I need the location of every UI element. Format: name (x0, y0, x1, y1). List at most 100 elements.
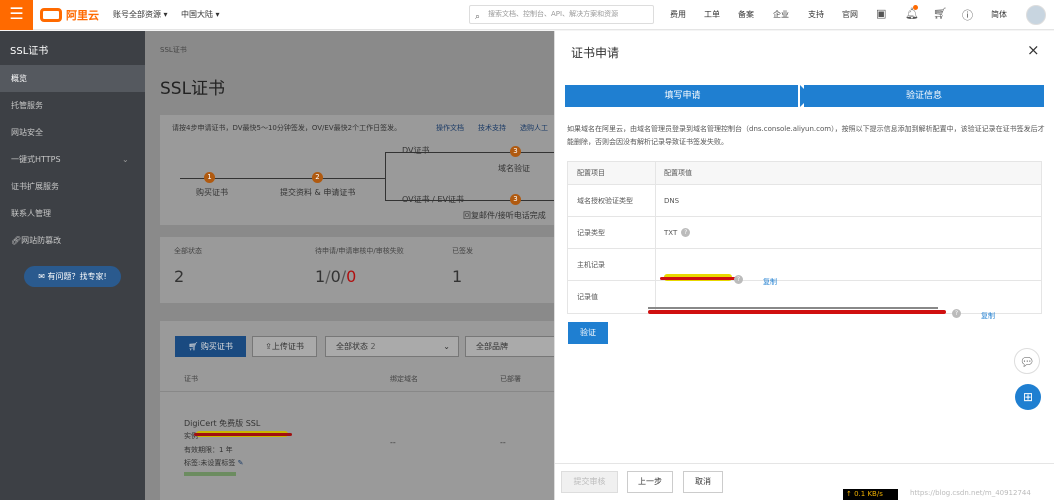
search-input[interactable]: ⌕ 搜索文档、控制台、API、解决方案和资源 (469, 5, 654, 24)
question-icon[interactable]: ? (734, 274, 743, 284)
cert-domain: -- (390, 438, 396, 447)
row-value: DNS (664, 196, 680, 205)
step-marker: 3 (510, 146, 521, 157)
column-header-domain: 绑定域名 (390, 375, 418, 383)
stat-value-pending[interactable]: 1/0/0 (315, 267, 356, 286)
header-config-value: 配置项值 (664, 169, 692, 177)
table-row: 主机记录 ? 复制 (568, 249, 1041, 286)
table-row: 记录值 ? 复制 (568, 281, 1041, 320)
question-icon[interactable]: ? (952, 309, 961, 318)
cert-deployed: -- (500, 438, 506, 447)
row-value-cell: TXT? (656, 228, 1041, 237)
copy-record-value-button[interactable]: 复制 (981, 311, 995, 321)
flow-ov-label: OV证书 / EV证书 (402, 195, 464, 204)
stat-pending: 1 (315, 267, 326, 286)
chat-icon[interactable]: 💬︎ (1014, 348, 1040, 374)
cert-tag[interactable]: 标签:未设置标签 ✎ (184, 458, 243, 468)
flow-branch (385, 152, 386, 200)
sidebar-item-overview[interactable]: 概览 (0, 65, 145, 92)
cert-validity: 有效期限：1 年 (184, 446, 233, 454)
cert-application-drawer: 证书申请 × 填写申请 验证信息 如果域名在阿里云，由域名管理员登录到域名管理控… (554, 31, 1054, 500)
nav-tickets[interactable]: 工单 (704, 9, 720, 20)
nav-official-site[interactable]: 官网 (842, 9, 858, 20)
account-scope-dropdown[interactable]: 账号全部资源 ▾ (113, 9, 168, 20)
logo-text: 阿里云 (66, 9, 99, 22)
terminal-icon[interactable]: ▣ (876, 7, 886, 20)
cancel-button[interactable]: 取消 (683, 471, 723, 493)
cert-tag-label: 标签:未设置标签 (184, 459, 236, 467)
sidebar-item-managed[interactable]: 托管服务 (0, 92, 145, 119)
region-label: 中国大陆 (181, 10, 213, 19)
table-row: 记录类型 TXT? (568, 217, 1041, 249)
link-buy-service[interactable]: 选购人工 (520, 123, 548, 133)
nav-support[interactable]: 支持 (808, 9, 824, 20)
header-config-item: 配置项目 (568, 162, 656, 184)
cart-icon: 🛒︎ (188, 342, 201, 351)
verify-button[interactable]: 验证 (568, 322, 608, 344)
column-header-deployed: 已部署 (500, 375, 521, 383)
question-icon[interactable]: ? (681, 228, 691, 237)
cart-icon[interactable]: 🛒︎ (933, 7, 947, 20)
stats-panel: 全部状态 2 待申请/申请审核中/审核失败 1/0/0 已签发 1 (160, 237, 554, 303)
nav-enterprise[interactable]: 企业 (773, 9, 789, 20)
divider (160, 391, 554, 392)
expert-help-button[interactable]: ✉ 有问题？找专家! (24, 266, 121, 287)
redaction-mark (660, 276, 736, 280)
buy-cert-label: 购买证书 (200, 342, 233, 351)
cert-list-panel: 🛒︎ 购买证书 ⇪上传证书 全部状态 2 ⌄ 全部品牌 证书 绑定域名 已部署 D… (160, 321, 554, 500)
sidebar-item-extension[interactable]: 证书扩展服务 (0, 173, 145, 200)
step-fill-application: 填写申请 (565, 85, 800, 107)
menu-icon[interactable]: ☰ (0, 0, 33, 30)
step-marker: 3 (510, 194, 521, 205)
buy-cert-button[interactable]: 🛒︎ 购买证书 (175, 336, 246, 357)
redaction-mark (648, 310, 946, 314)
chevron-down-icon: ⌄ (122, 155, 129, 164)
dns-instructions: 如果域名在阿里云，由域名管理员登录到域名管理控制台（dns.console.al… (567, 125, 1045, 146)
row-value: TXT (664, 228, 678, 237)
row-label: 主机记录 (568, 249, 656, 280)
stat-label: 全部状态 (174, 247, 202, 255)
copy-host-record-button[interactable]: 复制 (763, 277, 777, 287)
step-verify-info: 验证信息 (804, 85, 1044, 107)
step-marker: 2 (312, 172, 323, 183)
breadcrumb[interactable]: SSL证书 (160, 45, 187, 55)
status-filter-label: 全部状态 (336, 342, 368, 351)
language-switch[interactable]: 简体 (991, 9, 1007, 20)
status-filter-count: 2 (370, 342, 376, 351)
page-title: SSL证书 (160, 79, 226, 99)
main-content: SSL证书 SSL证书 请按4步申请证书，DV最快5～10分钟签发，OV/EV最… (145, 31, 554, 500)
sidebar-item-https[interactable]: 一键式HTTPS ⌄ (0, 146, 145, 173)
sidebar-item-contacts[interactable]: 联系人管理 (0, 200, 145, 227)
stat-label: 已签发 (452, 247, 473, 255)
submit-review-button[interactable]: 提交审核 (561, 471, 618, 493)
chat-icon: ✉ (38, 272, 48, 281)
search-icon: ⌕ (475, 12, 481, 22)
nav-icp[interactable]: 备案 (738, 9, 754, 20)
previous-step-button[interactable]: 上一步 (627, 471, 673, 493)
link-docs[interactable]: 操作文档 (436, 123, 464, 133)
avatar[interactable] (1026, 5, 1046, 25)
brand-filter-select[interactable]: 全部品牌 (465, 336, 554, 357)
link-icon: 🔗︎ (11, 236, 22, 245)
region-dropdown[interactable]: 中国大陆 ▾ (181, 9, 220, 20)
cert-name[interactable]: DigiCert 免费版 SSL (184, 418, 260, 429)
redaction-mark (184, 472, 236, 476)
sidebar-item-site-security[interactable]: 网站安全 (0, 119, 145, 146)
upload-cert-button[interactable]: ⇪上传证书 (252, 336, 317, 357)
nav-fees[interactable]: 费用 (670, 9, 686, 20)
row-label: 记录值 (568, 281, 656, 313)
stat-value[interactable]: 1 (452, 267, 462, 286)
stat-value[interactable]: 2 (174, 267, 184, 286)
stat-reviewing: 0 (330, 267, 341, 286)
flow-dv-label: DV证书 (402, 146, 430, 155)
sidebar-item-tamper[interactable]: 🔗︎网站防篡改 (0, 227, 145, 254)
close-icon[interactable]: × (1027, 41, 1040, 59)
status-filter-select[interactable]: 全部状态 2 ⌄ (325, 336, 459, 357)
aliyun-logo[interactable]: 阿里云 (40, 6, 99, 24)
apps-grid-icon[interactable]: ⊞ (1015, 384, 1041, 410)
column-header-cert: 证书 (184, 375, 198, 383)
link-tech-support[interactable]: 技术支持 (478, 123, 506, 133)
row-label: 域名授权验证类型 (568, 185, 656, 216)
help-icon[interactable]: ⓘ (962, 7, 973, 23)
drawer-title: 证书申请 (571, 46, 620, 60)
